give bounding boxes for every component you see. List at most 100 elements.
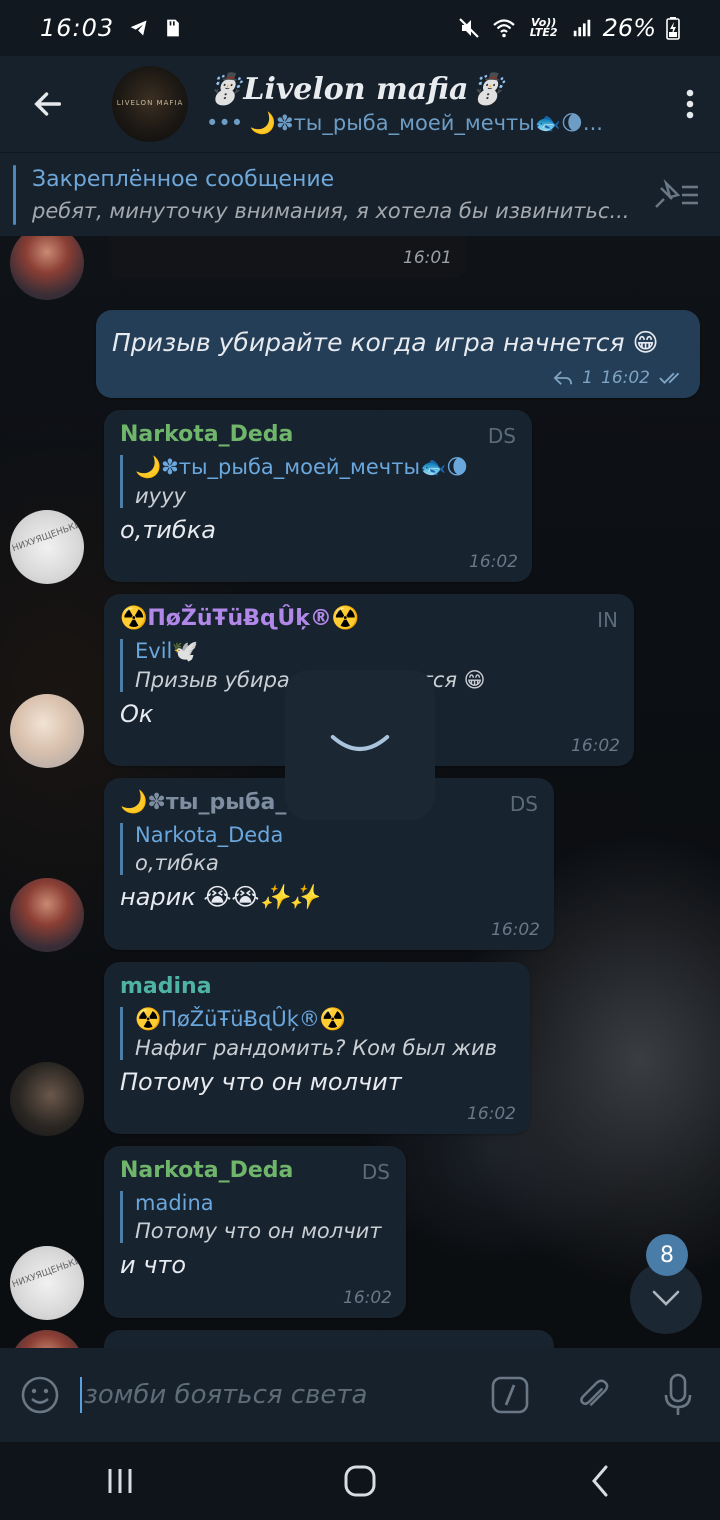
reply-text: Нафиг рандомить? Ком был жив bbox=[135, 1036, 498, 1060]
message-meta: 1 16:02 bbox=[552, 368, 686, 388]
reply-sender: 🌙✽ты_рыба_моей_мечты🐟🌘 bbox=[135, 455, 469, 479]
pinned-indicator bbox=[13, 165, 16, 225]
battery-percent: 26% bbox=[602, 14, 656, 42]
back-button[interactable] bbox=[0, 56, 96, 152]
pinned-list-icon[interactable] bbox=[652, 179, 700, 211]
media-message[interactable]: 16:01 bbox=[108, 236, 466, 278]
message-text: нарик 😭😭✨✨ bbox=[120, 883, 320, 911]
reply-quote[interactable]: madina Потому что он молчит bbox=[120, 1191, 390, 1243]
reply-quote[interactable]: Narkota_Deda о,тибка bbox=[120, 823, 538, 875]
slash-commands-icon bbox=[491, 1376, 529, 1414]
admin-role: DS bbox=[361, 1160, 390, 1184]
pinned-title: Закреплённое сообщение bbox=[32, 167, 335, 192]
microphone-icon bbox=[664, 1373, 692, 1415]
system-navigation-bar bbox=[0, 1442, 720, 1520]
reply-quote[interactable]: 🌙✽ты_рыба_моей_мечты🐟🌘 иууу bbox=[120, 455, 516, 508]
message-input-text: зомби бояться света bbox=[84, 1380, 368, 1410]
message-input[interactable]: зомби бояться света bbox=[80, 1348, 468, 1442]
emoji-button[interactable] bbox=[0, 1348, 80, 1442]
double-check-icon bbox=[659, 372, 680, 384]
incoming-message[interactable]: madina ☢️ПøŽüŦüɃɋÛķ®☢️ Нафиг рандомить? … bbox=[104, 962, 530, 1134]
incoming-message[interactable] bbox=[104, 1330, 554, 1348]
avatar-text: НИХУЯЩЕНЬКИ bbox=[10, 1255, 84, 1291]
reply-quote[interactable]: ☢️ПøŽüŦüɃɋÛķ®☢️ Нафиг рандомить? Ком был… bbox=[120, 1007, 514, 1060]
battery-icon bbox=[666, 17, 680, 40]
reply-text: иууу bbox=[135, 484, 186, 508]
avatar[interactable]: НИХУЯЩЕНЬКИ bbox=[10, 1246, 84, 1320]
avatar-text: НИХУЯЩЕНЬКИ bbox=[10, 519, 84, 555]
sender-name[interactable]: madina bbox=[120, 974, 514, 999]
group-avatar[interactable]: LIVELON MAFIA bbox=[112, 66, 188, 142]
reply-text: Потому что он молчит bbox=[135, 1219, 382, 1243]
reply-sender: madina bbox=[135, 1191, 214, 1215]
typing-status: ••• 🌙✽ты_рыба_моей_мечты🐟🌘... bbox=[206, 111, 603, 135]
pinned-text: ребят, минуточку внимания, я хотела бы и… bbox=[32, 199, 630, 223]
admin-role: DS bbox=[487, 424, 516, 448]
message-time: 16:02 bbox=[571, 736, 620, 756]
loading-indicator bbox=[285, 670, 435, 820]
sender-name[interactable]: Narkota_Deda bbox=[120, 422, 516, 447]
reply-sender: Evil🕊️ bbox=[135, 639, 199, 663]
status-time: 16:03 bbox=[40, 14, 115, 42]
avatar[interactable] bbox=[10, 878, 84, 952]
arrow-left-icon bbox=[34, 92, 62, 116]
chevron-down-icon bbox=[652, 1290, 680, 1306]
reply-text: о,тибка bbox=[135, 851, 219, 875]
message-time: 16:01 bbox=[403, 248, 452, 268]
sd-card-icon bbox=[167, 19, 180, 37]
unread-count-badge: 8 bbox=[646, 1234, 688, 1276]
avatar[interactable] bbox=[10, 694, 84, 768]
loading-spinner-icon bbox=[330, 735, 390, 751]
message-time: 16:02 bbox=[601, 368, 650, 388]
avatar-logo-text: LIVELON MAFIA bbox=[116, 99, 184, 107]
bot-commands-button[interactable] bbox=[468, 1348, 552, 1442]
sender-name[interactable]: ☢️ПøŽüŦüɃɋÛķ®☢️ bbox=[120, 606, 618, 631]
incoming-message[interactable]: Narkota_Deda DS madina Потому что он мол… bbox=[104, 1146, 406, 1318]
message-time: 16:02 bbox=[467, 1104, 516, 1124]
pinned-message-bar[interactable]: Закреплённое сообщение ребят, минуточку … bbox=[0, 152, 720, 236]
chat-header: LIVELON MAFIA ☃️Livelon mafia☃️ ••• 🌙✽ты… bbox=[0, 56, 720, 152]
reply-sender: ☢️ПøŽüŦüɃɋÛķ®☢️ bbox=[135, 1007, 347, 1031]
chat-title-area[interactable]: ☃️Livelon mafia☃️ ••• 🌙✽ты_рыба_моей_меч… bbox=[206, 72, 660, 136]
more-vertical-icon bbox=[686, 89, 694, 119]
attach-button[interactable] bbox=[552, 1348, 636, 1442]
mute-icon bbox=[458, 18, 479, 38]
avatar[interactable] bbox=[10, 1330, 84, 1348]
message-time: 16:02 bbox=[469, 552, 518, 572]
sender-name[interactable]: Narkota_Deda bbox=[120, 1158, 390, 1183]
incoming-message[interactable]: Narkota_Deda DS 🌙✽ты_рыба_моей_мечты🐟🌘 и… bbox=[104, 410, 532, 582]
home-icon bbox=[344, 1465, 376, 1497]
outgoing-message[interactable]: Призыв убирайте когда игра начнется 😁 1 … bbox=[96, 310, 700, 398]
wifi-icon bbox=[492, 19, 515, 38]
paperclip-icon bbox=[580, 1379, 609, 1406]
reply-count: 1 bbox=[582, 368, 593, 388]
message-text: и что bbox=[120, 1251, 187, 1279]
text-caret bbox=[80, 1377, 82, 1413]
avatar[interactable] bbox=[10, 1062, 84, 1136]
avatar[interactable]: НИХУЯЩЕНЬКИ bbox=[10, 510, 84, 584]
message-text: о,тибка bbox=[120, 516, 216, 544]
back-nav-button[interactable] bbox=[540, 1442, 660, 1520]
message-time: 16:02 bbox=[491, 920, 540, 940]
back-chevron-icon bbox=[592, 1465, 608, 1497]
recent-apps-icon bbox=[108, 1469, 132, 1493]
emoji-icon bbox=[21, 1376, 59, 1414]
reply-icon bbox=[553, 371, 573, 385]
recent-apps-button[interactable] bbox=[60, 1442, 180, 1520]
status-bar: 16:03 Vo)) LTE2 26% bbox=[0, 0, 720, 56]
home-button[interactable] bbox=[300, 1442, 420, 1520]
admin-role: IN bbox=[597, 608, 618, 632]
network-type: Vo)) LTE2 bbox=[529, 16, 558, 39]
message-text: Призыв убирайте когда игра начнется 😁 bbox=[112, 328, 659, 357]
avatar[interactable] bbox=[10, 236, 84, 300]
admin-role: DS bbox=[509, 792, 538, 816]
message-time: 16:02 bbox=[343, 1288, 392, 1308]
menu-button[interactable] bbox=[660, 56, 720, 152]
telegram-icon bbox=[130, 20, 147, 36]
signal-icon bbox=[573, 19, 590, 37]
chat-title: ☃️Livelon mafia☃️ bbox=[206, 72, 506, 107]
voice-message-button[interactable] bbox=[636, 1348, 720, 1442]
message-input-bar: зомби бояться света bbox=[0, 1348, 720, 1442]
reply-sender: Narkota_Deda bbox=[135, 823, 284, 847]
message-text: Потому что он молчит bbox=[120, 1068, 402, 1096]
